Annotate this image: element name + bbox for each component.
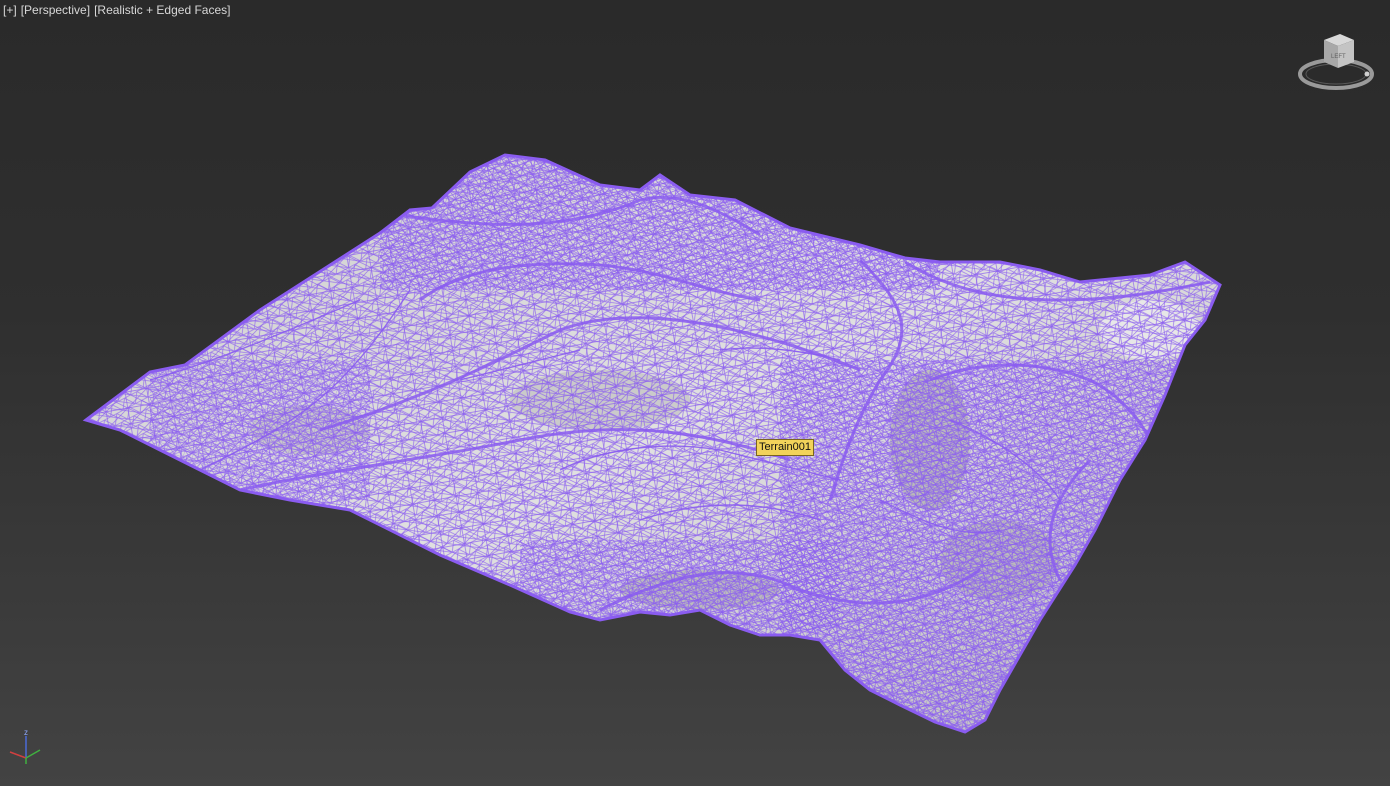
perspective-viewport[interactable]: [+] [Perspective] [Realistic + Edged Fac… — [0, 0, 1390, 786]
object-label-terrain[interactable]: Terrain001 — [756, 439, 814, 456]
viewport-point-of-view-menu[interactable]: [Perspective] — [21, 3, 90, 17]
viewcube-face-label: LEFT — [1331, 54, 1346, 60]
axis-tripod-icon: z — [9, 728, 41, 764]
viewport-label-bar: [+] [Perspective] [Realistic + Edged Fac… — [3, 3, 230, 17]
terrain-mesh[interactable] — [0, 0, 1390, 786]
viewcube-icon[interactable]: LEFT — [1296, 28, 1376, 98]
viewport-shading-menu[interactable]: [Realistic + Edged Faces] — [94, 3, 230, 17]
axis-z-label: z — [24, 728, 28, 737]
viewport-menu-plus[interactable]: [+] — [3, 3, 17, 17]
